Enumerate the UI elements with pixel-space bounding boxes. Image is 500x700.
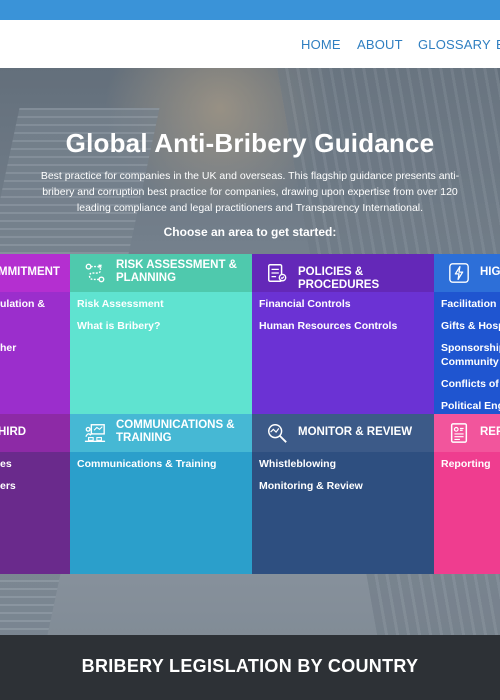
area-card-links: Financial Controls Human Resources Contr… <box>252 292 434 346</box>
area-card-title[interactable]: COMMUNICATIONS & TRAINING <box>116 419 248 445</box>
legislation-section: BRIBERY LEGISLATION BY COUNTRY <box>0 635 500 700</box>
area-card-title[interactable]: POLICIES & PROCEDURES <box>298 266 430 292</box>
area-card-header[interactable]: COMMUNICATIONS & TRAINING <box>70 414 252 452</box>
area-link[interactable]: Conflicts of I <box>441 377 500 391</box>
area-link[interactable]: Reporting <box>441 457 500 471</box>
area-card-header[interactable]: MONITOR & REVIEW <box>252 414 434 452</box>
area-card-links: es ers <box>0 452 70 506</box>
area-link[interactable]: Risk Assessment <box>77 297 245 311</box>
document-icon <box>268 264 287 282</box>
area-card-title[interactable]: REPO <box>480 426 500 439</box>
area-link[interactable]: Community I <box>441 355 500 369</box>
area-card-reporting[interactable]: REPO Reporting <box>434 414 500 574</box>
area-card-title-line: TRAINING <box>116 432 172 444</box>
nav-truncated-item[interactable]: E <box>496 37 500 52</box>
area-link[interactable]: es <box>0 457 63 471</box>
page-title: Global Anti-Bribery Guidance <box>65 128 435 158</box>
choose-area-prompt: Choose an area to get started: <box>163 225 337 239</box>
area-card-header[interactable]: REPO <box>434 414 500 452</box>
area-card-header[interactable]: HIRD <box>0 414 70 452</box>
area-card-links: ulation & her <box>0 292 70 368</box>
hero-description-line: Best practice for companies in the UK an… <box>40 170 460 182</box>
area-link[interactable]: Monitoring & Review <box>259 479 427 493</box>
area-link[interactable]: ulation & <box>0 297 63 311</box>
area-card-links: Whistleblowing Monitoring & Review <box>252 452 434 506</box>
nav-about[interactable]: ABOUT <box>357 37 403 52</box>
area-card-title-line: COMMUNICATIONS & <box>116 419 235 431</box>
area-card-third-parties[interactable]: HIRD es ers <box>0 414 70 574</box>
area-link[interactable]: Sponsorship, <box>441 341 500 355</box>
area-link[interactable]: ers <box>0 479 63 493</box>
presentation-icon <box>84 424 106 442</box>
hero-section: Global Anti-Bribery Guidance Best practi… <box>0 68 500 635</box>
area-card-header[interactable]: POLICIES & PROCEDURES <box>252 254 434 292</box>
area-card-policies-procedures[interactable]: POLICIES & PROCEDURES Financial Controls… <box>252 254 434 414</box>
legislation-heading[interactable]: BRIBERY LEGISLATION BY COUNTRY <box>0 656 500 677</box>
main-navigation: HOME ABOUT GLOSSARY E <box>0 20 500 68</box>
hero-description-line: leading compliance and legal practitione… <box>76 202 424 214</box>
area-card-links: Communications & Training <box>70 452 252 484</box>
hero-description-line: bribery and corruption best practice for… <box>42 186 458 198</box>
warning-icon <box>449 263 469 283</box>
area-card-high-risk[interactable]: HIGH Facilitation P Gifts & Hospi Sponso… <box>434 254 500 414</box>
area-card-links: Risk Assessment What is Bribery? <box>70 292 252 346</box>
area-link[interactable] <box>0 319 63 333</box>
area-link[interactable]: Human Resources Controls <box>259 319 427 333</box>
area-card-header[interactable]: HIGH <box>434 254 500 292</box>
hero-description: Best practice for companies in the UK an… <box>32 168 468 216</box>
area-card-communications-training[interactable]: COMMUNICATIONS & TRAINING Communications… <box>70 414 252 574</box>
area-card-title-line: RISK ASSESSMENT & <box>116 259 237 271</box>
area-link[interactable]: Political Enga <box>441 399 500 413</box>
area-card-title-line: PLANNING <box>116 272 177 284</box>
area-card-risk-assessment[interactable]: RISK ASSESSMENT & PLANNING Risk Assessme… <box>70 254 252 414</box>
magnifier-icon <box>268 424 287 443</box>
area-card-commitment[interactable]: MMITMENT ulation & her <box>0 254 70 414</box>
area-card-title[interactable]: RISK ASSESSMENT & PLANNING <box>116 259 248 285</box>
nav-home[interactable]: HOME <box>301 37 341 52</box>
area-link[interactable]: Gifts & Hospi <box>441 319 500 333</box>
report-icon <box>450 423 468 443</box>
area-card-header[interactable]: MMITMENT <box>0 254 70 292</box>
area-card-monitor-review[interactable]: MONITOR & REVIEW Whistleblowing Monitori… <box>252 414 434 574</box>
area-link[interactable]: Facilitation P <box>441 297 500 311</box>
area-card-links: Reporting <box>434 452 500 484</box>
area-card-title[interactable]: HIGH <box>480 266 500 279</box>
area-link[interactable]: Financial Controls <box>259 297 427 311</box>
guidance-area-grid: MMITMENT ulation & her RISK ASSESSMENT &… <box>0 254 500 574</box>
nav-glossary[interactable]: GLOSSARY <box>418 37 491 52</box>
top-strip <box>0 0 500 20</box>
area-link[interactable]: Communications & Training <box>77 457 245 471</box>
area-link[interactable]: What is Bribery? <box>77 319 245 333</box>
area-link[interactable]: her <box>0 341 63 355</box>
area-card-header[interactable]: RISK ASSESSMENT & PLANNING <box>70 254 252 292</box>
route-icon <box>85 263 105 283</box>
area-link[interactable]: Whistleblowing <box>259 457 427 471</box>
area-card-title[interactable]: MONITOR & REVIEW <box>298 426 430 439</box>
area-card-links: Facilitation P Gifts & Hospi Sponsorship… <box>434 292 500 426</box>
